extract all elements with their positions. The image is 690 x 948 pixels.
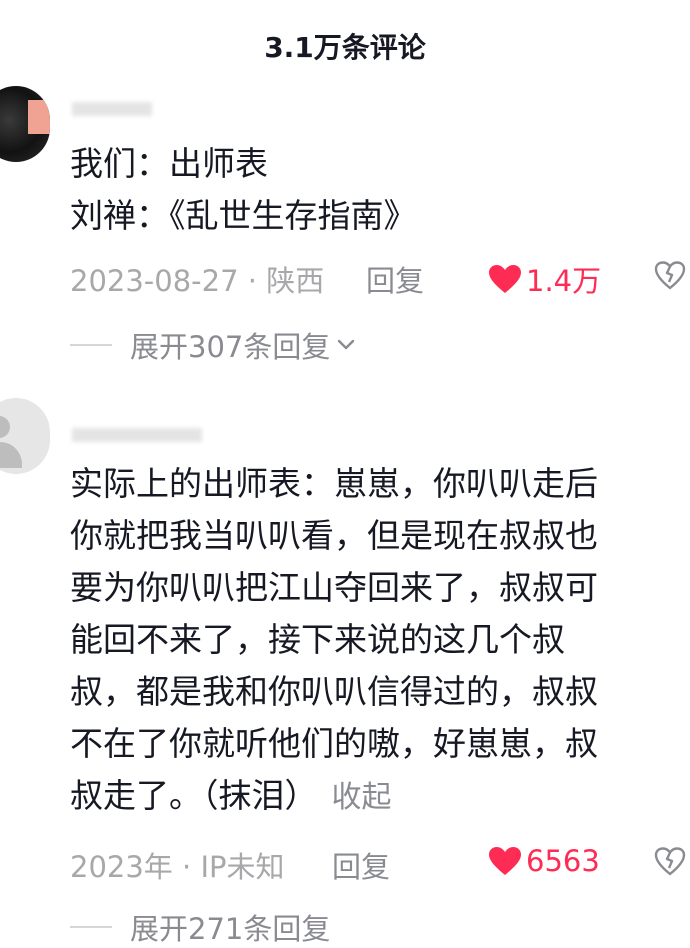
comment-item: 实际上的出师表：崽崽，你叭叭走后 你就把我当叭叭看，但是现在叔叔也 要为你叭叭把… <box>0 398 690 946</box>
username-redacted[interactable] <box>72 428 202 442</box>
like-count: 1.4万 <box>526 264 602 298</box>
comment-meta: 2023-08-27 · 陕西 回复 1.4万 <box>70 258 690 298</box>
comment-count-title: 3.1万条评论 <box>264 31 426 64</box>
reply-button[interactable]: 回复 <box>332 844 390 886</box>
expand-replies-button[interactable]: 展开271条回复 <box>70 906 330 948</box>
dislike-icon[interactable] <box>654 260 686 290</box>
like-button[interactable]: 1.4万 <box>488 258 601 300</box>
divider <box>70 344 112 346</box>
avatar[interactable] <box>0 86 50 162</box>
reply-button[interactable]: 回复 <box>366 258 424 300</box>
expand-replies-label: 展开307条回复 <box>130 330 331 364</box>
divider <box>70 926 112 928</box>
like-button[interactable]: 6563 <box>488 844 600 878</box>
comment-meta: 2023年 · IP未知 回复 6563 <box>70 844 690 884</box>
comment-date: 2023-08-27 · 陕西 <box>70 264 325 298</box>
comment-text: 我们：出师表 刘禅：《乱世生存指南》 <box>70 144 417 235</box>
collapse-link[interactable]: 收起 <box>332 780 392 815</box>
dislike-icon[interactable] <box>654 846 686 876</box>
like-count: 6563 <box>526 844 600 878</box>
heart-icon <box>489 265 521 293</box>
expand-replies-button[interactable]: 展开307条回复 <box>70 324 356 366</box>
chevron-down-icon <box>338 339 355 350</box>
expand-replies-label: 展开271条回复 <box>130 912 331 946</box>
username-redacted[interactable] <box>72 102 152 116</box>
comment-text: 实际上的出师表：崽崽，你叭叭走后 你就把我当叭叭看，但是现在叔叔也 要为你叭叭把… <box>70 464 598 815</box>
comments-header: 3.1万条评论 <box>0 0 690 86</box>
comment-date: 2023年 · IP未知 <box>70 850 285 884</box>
avatar[interactable] <box>0 398 50 474</box>
heart-icon <box>489 847 521 875</box>
comment-item: 我们：出师表 刘禅：《乱世生存指南》 2023-08-27 · 陕西 回复 1.… <box>0 86 690 376</box>
